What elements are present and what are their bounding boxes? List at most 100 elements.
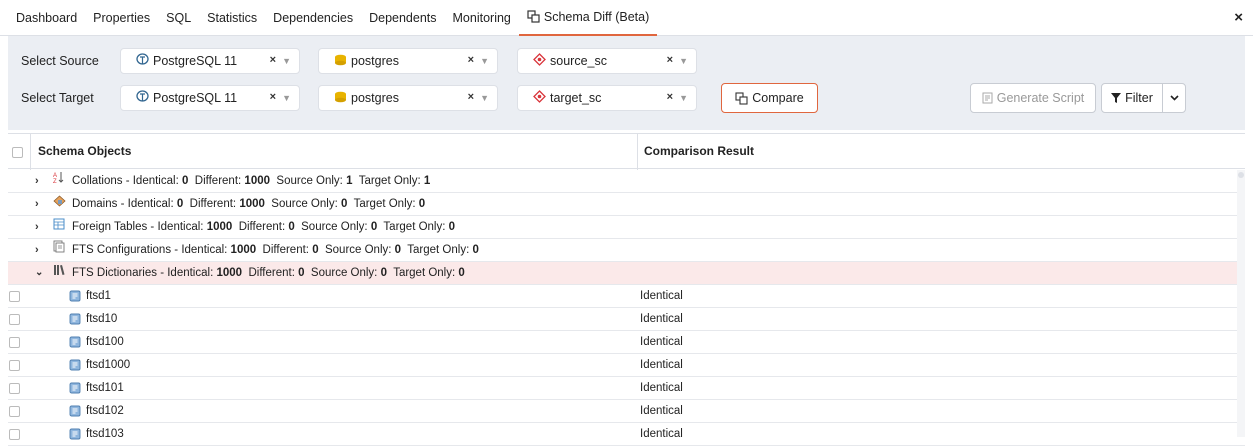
tab-dependents[interactable]: Dependents — [361, 0, 444, 36]
fts-dictionary-item-icon — [69, 331, 82, 353]
row-checkbox[interactable] — [9, 383, 20, 394]
fts-dictionary-item-icon — [69, 285, 82, 307]
foreign-table-icon — [53, 216, 65, 238]
source-server-select[interactable]: PostgreSQL 11 × ▼ — [120, 48, 300, 74]
table-row[interactable]: ftsd101 Identical — [8, 377, 1245, 400]
schema-diff-toolbar: Select Source Select Target PostgreSQL 1… — [8, 36, 1245, 130]
chevron-down-icon[interactable]: ▼ — [480, 54, 489, 66]
group-summary: FTS Dictionaries - Identical: 1000 Diffe… — [72, 267, 465, 279]
chevron-right-icon[interactable]: › — [35, 193, 39, 215]
table-row[interactable]: ftsd1000 Identical — [8, 354, 1245, 377]
group-summary: Foreign Tables - Identical: 1000 Differe… — [72, 221, 456, 233]
filter-label: Filter — [1125, 91, 1153, 105]
chevron-right-icon[interactable]: › — [35, 239, 39, 261]
chevron-down-icon[interactable]: ▼ — [679, 54, 688, 66]
clear-icon[interactable]: × — [667, 54, 673, 66]
group-summary: FTS Configurations - Identical: 1000 Dif… — [72, 244, 479, 256]
fts-dictionary-item-icon — [69, 423, 82, 445]
object-name: ftsd103 — [86, 428, 124, 440]
group-summary: Domains - Identical: 0 Different: 1000 S… — [72, 198, 426, 210]
vertical-scrollbar[interactable] — [1237, 170, 1245, 437]
fts-dictionary-icon — [53, 262, 65, 284]
tab-sql[interactable]: SQL — [158, 0, 199, 36]
object-name: ftsd1 — [86, 290, 111, 302]
target-database-select[interactable]: postgres × ▼ — [318, 85, 498, 111]
tab-properties[interactable]: Properties — [85, 0, 158, 36]
tab-schema-diff[interactable]: Schema Diff (Beta) — [518, 0, 658, 36]
object-name: ftsd102 — [86, 405, 124, 417]
tab-dependencies[interactable]: Dependencies — [265, 0, 361, 36]
target-server-value: PostgreSQL 11 — [153, 91, 238, 105]
target-schema-select[interactable]: target_sc × ▼ — [517, 85, 697, 111]
source-database-value: postgres — [351, 54, 399, 68]
clear-icon[interactable]: × — [468, 54, 474, 66]
group-row-fts-dictionaries[interactable]: ⌄ FTS Dictionaries - Identical: 1000 Dif… — [8, 262, 1245, 285]
comparison-result: Identical — [640, 336, 683, 348]
table-row[interactable]: ftsd103 Identical — [8, 423, 1245, 446]
postgresql-icon — [135, 90, 149, 106]
generate-script-button[interactable]: Generate Script — [970, 83, 1096, 113]
row-checkbox[interactable] — [9, 291, 20, 302]
group-row-fts-configurations[interactable]: › FTS Configurations - Identical: 1000 D… — [8, 239, 1245, 262]
filter-icon — [1111, 93, 1122, 103]
chevron-right-icon[interactable]: › — [35, 170, 39, 192]
comparison-result: Identical — [640, 382, 683, 394]
table-row[interactable]: ftsd1 Identical — [8, 285, 1245, 308]
filter-button[interactable]: Filter — [1101, 83, 1163, 113]
target-schema-value: target_sc — [550, 91, 602, 105]
row-checkbox[interactable] — [9, 429, 20, 440]
table-row[interactable]: ftsd10 Identical — [8, 308, 1245, 331]
tab-schema-diff-label: Schema Diff (Beta) — [543, 9, 650, 24]
schema-diff-icon — [735, 91, 748, 105]
chevron-down-icon[interactable]: ▼ — [282, 54, 291, 66]
collation-icon: AZ — [53, 170, 65, 192]
grid-header: Schema Objects Comparison Result — [8, 133, 1245, 170]
object-name: ftsd101 — [86, 382, 124, 394]
clear-icon[interactable]: × — [667, 91, 673, 103]
tab-dashboard[interactable]: Dashboard — [0, 0, 85, 36]
select-source-label: Select Source — [21, 54, 99, 68]
row-checkbox[interactable] — [9, 360, 20, 371]
compare-label: Compare — [752, 91, 804, 105]
select-all-checkbox[interactable] — [12, 147, 23, 158]
chevron-down-icon[interactable]: ▼ — [679, 91, 688, 103]
postgresql-icon — [135, 53, 149, 69]
comparison-result: Identical — [640, 313, 683, 325]
target-server-select[interactable]: PostgreSQL 11 × ▼ — [120, 85, 300, 111]
clear-icon[interactable]: × — [468, 91, 474, 103]
chevron-down-icon[interactable]: ▼ — [282, 91, 291, 103]
row-checkbox[interactable] — [9, 337, 20, 348]
source-database-select[interactable]: postgres × ▼ — [318, 48, 498, 74]
object-name: ftsd100 — [86, 336, 124, 348]
source-schema-value: source_sc — [550, 54, 607, 68]
compare-button[interactable]: Compare — [721, 83, 818, 113]
close-icon[interactable]: × — [1234, 9, 1243, 26]
fts-dictionary-item-icon — [69, 354, 82, 376]
clear-icon[interactable]: × — [270, 91, 276, 103]
table-row[interactable]: ftsd100 Identical — [8, 331, 1245, 354]
group-summary: Collations - Identical: 0 Different: 100… — [72, 175, 431, 187]
table-row[interactable]: ftsd102 Identical — [8, 400, 1245, 423]
chevron-right-icon[interactable]: › — [35, 216, 39, 238]
tab-statistics[interactable]: Statistics — [199, 0, 265, 36]
tab-monitoring[interactable]: Monitoring — [445, 0, 519, 36]
clear-icon[interactable]: × — [270, 54, 276, 66]
row-checkbox[interactable] — [9, 406, 20, 417]
chevron-down-icon[interactable]: ⌄ — [35, 262, 43, 284]
filter-dropdown-button[interactable] — [1162, 83, 1186, 113]
group-row-collations[interactable]: › AZ Collations - Identical: 0 Different… — [8, 170, 1245, 193]
domain-icon — [53, 193, 66, 215]
schema-objects-header: Schema Objects — [38, 144, 132, 158]
chevron-down-icon — [1169, 95, 1179, 101]
chevron-down-icon[interactable]: ▼ — [480, 91, 489, 103]
comparison-result: Identical — [640, 359, 683, 371]
fts-dictionary-item-icon — [69, 400, 82, 422]
row-checkbox[interactable] — [9, 314, 20, 325]
source-schema-select[interactable]: source_sc × ▼ — [517, 48, 697, 74]
scrollbar-thumb[interactable] — [1238, 172, 1244, 178]
group-row-foreign-tables[interactable]: › Foreign Tables - Identical: 1000 Diffe… — [8, 216, 1245, 239]
target-database-value: postgres — [351, 91, 399, 105]
fts-configuration-icon — [53, 239, 65, 261]
results-grid: Schema Objects Comparison Result › AZ Co… — [8, 130, 1245, 446]
group-row-domains[interactable]: › Domains - Identical: 0 Different: 1000… — [8, 193, 1245, 216]
